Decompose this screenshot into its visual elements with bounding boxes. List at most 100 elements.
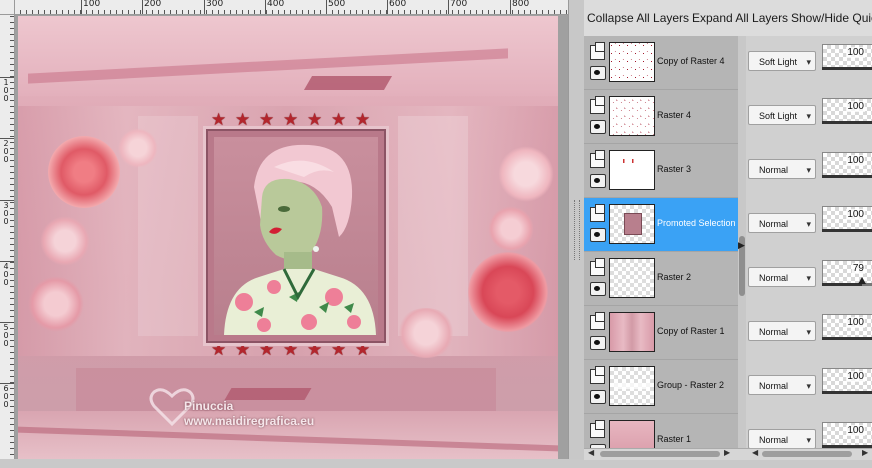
ruler-minor-tick <box>10 52 14 53</box>
layer-row[interactable]: Raster 4 <box>584 90 738 144</box>
layer-type-icon <box>590 258 605 276</box>
opacity-slider[interactable] <box>822 175 872 178</box>
ruler-minor-tick <box>404 10 405 14</box>
opacity-slider-fill <box>822 283 862 286</box>
opacity-slider-fill <box>822 391 872 394</box>
blend-mode-dropdown[interactable]: Soft Light <box>748 105 816 126</box>
vertical-ruler: 1 0 0 2 0 0 3 0 0 4 0 0 5 0 0 6 0 0 <box>0 14 15 459</box>
visibility-eye-icon[interactable] <box>590 336 606 350</box>
layer-row[interactable]: Copy of Raster 4 <box>584 36 738 90</box>
ruler-minor-tick <box>10 358 14 359</box>
ruler-minor-tick <box>10 202 14 203</box>
layer-row[interactable]: Copy of Raster 1 <box>584 306 738 360</box>
horizontal-scrollbar[interactable]: ◀ ▶ ◀ ▶ <box>584 448 872 460</box>
opacity-slider[interactable] <box>822 229 872 232</box>
ruler-minor-tick <box>506 10 507 14</box>
star-icon: ★ <box>235 110 251 129</box>
opacity-control[interactable]: 100 <box>822 98 872 122</box>
scroll-left-icon[interactable]: ◀ <box>588 448 594 457</box>
ruler-minor-tick <box>10 130 14 131</box>
opacity-control[interactable]: 100 <box>822 314 872 338</box>
blend-mode-dropdown[interactable]: Normal <box>748 213 816 234</box>
layer-thumbnail[interactable] <box>609 312 655 352</box>
panel-expand-arrow-icon[interactable]: ▶ <box>738 240 745 251</box>
scrollbar-thumb[interactable] <box>600 451 720 457</box>
show-hide-quick-button[interactable]: Show/Hide Quic <box>791 11 872 25</box>
ruler-label: 300 <box>206 0 224 9</box>
opacity-slider[interactable] <box>822 121 872 124</box>
ruler-minor-tick <box>488 10 489 14</box>
opacity-control[interactable]: 100 <box>822 152 872 176</box>
opacity-slider[interactable] <box>822 337 872 340</box>
blend-mode-dropdown[interactable]: Soft Light <box>748 51 816 72</box>
blend-mode-dropdown[interactable]: Normal <box>748 321 816 342</box>
ruler-minor-tick <box>10 442 14 443</box>
layer-thumbnail[interactable] <box>609 366 655 406</box>
opacity-slider[interactable] <box>822 67 872 70</box>
visibility-eye-icon[interactable] <box>590 282 606 296</box>
layer-row[interactable]: Raster 2 <box>584 252 738 306</box>
expand-all-layers-button[interactable]: Expand All Layers <box>692 11 788 25</box>
canvas-area[interactable]: 100 200 300 400 500 600 700 800 1 0 0 2 0 0 3 0 0… <box>0 0 568 459</box>
ruler-minor-tick <box>10 250 14 251</box>
layer-thumbnail[interactable] <box>609 42 655 82</box>
layer-thumbnail[interactable] <box>609 420 655 448</box>
layer-name: Raster 2 <box>657 272 692 282</box>
layer-thumbnail[interactable] <box>609 150 655 190</box>
divider-grip[interactable] <box>574 200 580 260</box>
image-canvas[interactable]: ★ ★ ★ ★ ★ ★ ★ ★ ★ ★ ★ ★ ★ ★ Pinuccia www… <box>18 16 558 459</box>
woman-portrait <box>214 137 378 335</box>
ruler-label: 700 <box>450 0 468 9</box>
layer-thumbnail[interactable] <box>609 204 655 244</box>
layer-name: Copy of Raster 1 <box>657 326 725 336</box>
portrait-frame <box>206 129 386 343</box>
ruler-minor-tick <box>398 10 399 14</box>
opacity-control[interactable]: 100 <box>822 422 872 446</box>
layers-list: Copy of Raster 4 Raster 4 Raster 3 Promoted… <box>584 36 738 448</box>
layer-thumbnail[interactable] <box>609 96 655 136</box>
layer-properties-row: Soft Light 100 <box>746 90 872 144</box>
layer-row[interactable]: Raster 1 <box>584 414 738 448</box>
ruler-minor-tick <box>332 10 333 14</box>
visibility-eye-icon[interactable] <box>590 228 606 242</box>
opacity-value: 100 <box>846 155 865 166</box>
layer-thumbnail[interactable] <box>609 258 655 298</box>
blend-mode-dropdown[interactable]: Normal <box>748 267 816 288</box>
layer-row[interactable]: Group - Raster 2 <box>584 360 738 414</box>
collapse-all-layers-button[interactable]: Collapse All Layers <box>587 11 689 25</box>
layer-row[interactable]: Promoted Selection <box>584 198 738 252</box>
opacity-value: 100 <box>846 101 865 112</box>
opacity-value: 100 <box>846 371 865 382</box>
scroll-right-icon[interactable]: ▶ <box>862 448 868 457</box>
scroll-right-icon[interactable]: ▶ <box>724 448 730 457</box>
ruler-minor-tick <box>10 40 14 41</box>
ruler-minor-tick <box>374 10 375 14</box>
visibility-eye-icon[interactable] <box>590 120 606 134</box>
ruler-minor-tick <box>392 10 393 14</box>
opacity-slider-fill <box>822 67 872 70</box>
visibility-eye-icon[interactable] <box>590 174 606 188</box>
layer-type-icon <box>590 366 605 384</box>
ruler-minor-tick <box>218 10 219 14</box>
opacity-control[interactable]: 100 <box>822 368 872 392</box>
watermark-url: www.maidiregrafica.eu <box>184 414 315 428</box>
opacity-slider-handle[interactable] <box>858 277 866 284</box>
visibility-eye-icon[interactable] <box>590 390 606 404</box>
visibility-eye-icon[interactable] <box>590 66 606 80</box>
ruler-minor-tick <box>10 160 14 161</box>
blend-mode-dropdown[interactable]: Normal <box>748 375 816 396</box>
panel-divider[interactable] <box>568 0 585 459</box>
layer-row[interactable]: Raster 3 <box>584 144 738 198</box>
ruler-minor-tick <box>10 394 14 395</box>
ruler-minor-tick <box>10 352 14 353</box>
ruler-minor-tick <box>10 430 14 431</box>
opacity-slider[interactable] <box>822 277 872 286</box>
ruler-minor-tick <box>350 10 351 14</box>
opacity-control[interactable]: 100 <box>822 44 872 68</box>
scroll-left-icon[interactable]: ◀ <box>752 448 758 457</box>
opacity-slider[interactable] <box>822 391 872 394</box>
blend-mode-dropdown[interactable]: Normal <box>748 429 816 450</box>
blend-mode-dropdown[interactable]: Normal <box>748 159 816 180</box>
scrollbar-thumb[interactable] <box>762 451 852 457</box>
opacity-control[interactable]: 100 <box>822 206 872 230</box>
